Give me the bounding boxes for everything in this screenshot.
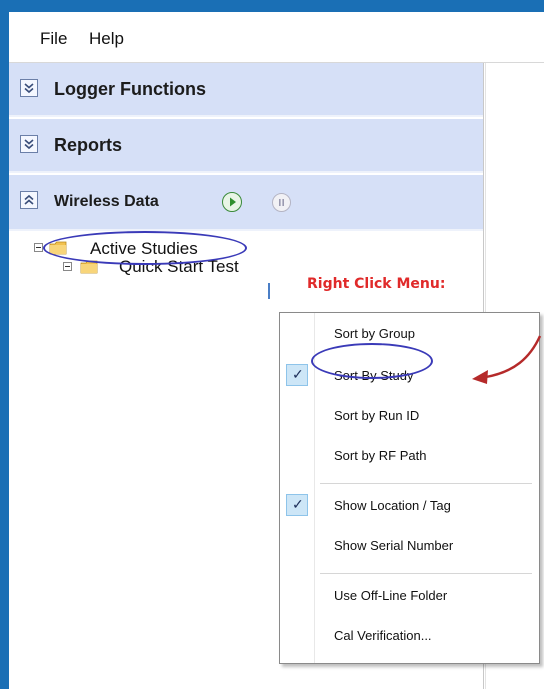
wireless-data-header[interactable]: Wireless Data: [9, 175, 483, 231]
menu-item-label: Show Location / Tag: [334, 498, 451, 513]
menu-item-show-serial-number[interactable]: Show Serial Number: [280, 525, 539, 565]
highlight-oval: [43, 231, 247, 265]
menu-help[interactable]: Help: [89, 29, 124, 49]
menu-separator: [320, 483, 532, 484]
menu-file[interactable]: File: [40, 29, 67, 49]
tree-line: [268, 283, 270, 299]
logger-functions-title: Logger Functions: [54, 79, 206, 99]
menu-item-label: Sort by Group: [334, 326, 415, 341]
menu-separator: [320, 573, 532, 574]
menu-item-cal-verification[interactable]: Cal Verification...: [280, 615, 539, 655]
double-chevron-up-icon[interactable]: [20, 191, 38, 209]
menu-item-label: Sort by RF Path: [334, 448, 427, 463]
menu-item-sort-by-run-id[interactable]: Sort by Run ID: [280, 395, 539, 435]
menu-bar: File Help: [9, 12, 544, 63]
double-chevron-down-icon[interactable]: [20, 79, 38, 97]
app-window: File Help Logger Functions Reports Wirel…: [9, 12, 544, 689]
reports-title: Reports: [54, 135, 123, 155]
checkmark-icon: ✓: [286, 364, 308, 386]
collapse-toggle[interactable]: [63, 262, 72, 271]
play-icon[interactable]: [222, 192, 242, 212]
menu-item-use-off-line-folder[interactable]: Use Off-Line Folder: [280, 575, 539, 615]
reports-header[interactable]: Reports: [9, 119, 483, 173]
annotation-arrow-icon: [472, 335, 542, 384]
collapse-toggle[interactable]: [34, 243, 43, 252]
annotation-label: Right Click Menu:: [307, 276, 446, 292]
menu-item-sort-by-rf-path[interactable]: Sort by RF Path: [280, 435, 539, 475]
menu-item-label: Cal Verification...: [334, 628, 432, 643]
wireless-data-title: Wireless Data: [54, 193, 159, 210]
menu-item-label: Show Serial Number: [334, 538, 454, 553]
menu-item-label: Sort by Run ID: [334, 408, 420, 423]
logger-functions-header[interactable]: Logger Functions: [9, 63, 483, 117]
menu-item-label: Use Off-Line Folder: [334, 588, 448, 603]
double-chevron-down-icon[interactable]: [20, 135, 38, 153]
checkmark-icon: ✓: [286, 494, 308, 516]
highlight-oval: [311, 343, 433, 379]
menu-item-show-location-tag[interactable]: ✓ Show Location / Tag: [280, 485, 539, 525]
pause-icon[interactable]: [272, 193, 291, 212]
